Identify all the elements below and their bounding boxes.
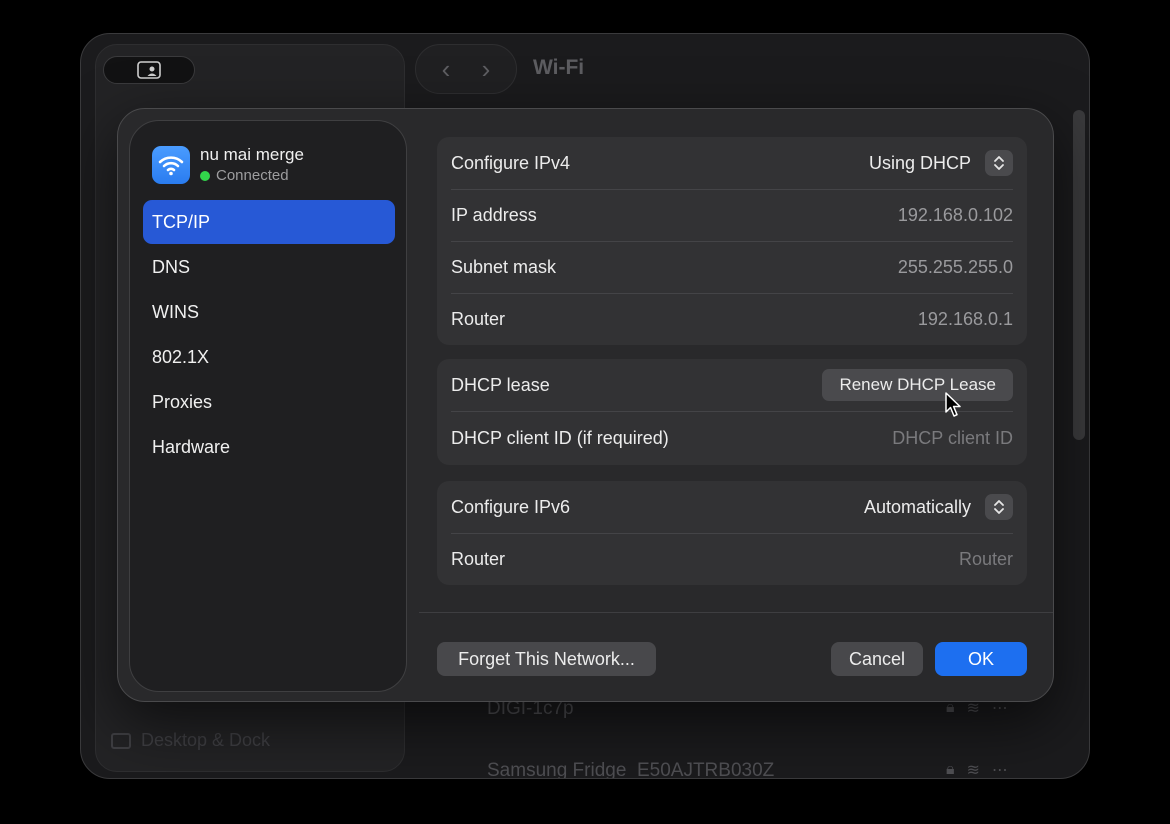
connection-status: Connected <box>200 167 304 184</box>
subnet-mask-label: Subnet mask <box>451 256 557 277</box>
more-options-icon[interactable]: ⋯ <box>992 760 1008 778</box>
desktop-dock-icon <box>111 732 131 749</box>
configure-ipv4-row: Configure IPv4 Using DHCP <box>437 137 1027 189</box>
wifi-icon <box>152 145 190 184</box>
wifi-signal-icon: ≋ <box>966 762 980 779</box>
chevron-up-down-icon <box>985 150 1013 176</box>
ip-address-label: IP address <box>451 204 537 225</box>
network-header: nu mai merge Connected <box>152 145 304 184</box>
sidebar-item-tcp-ip[interactable]: TCP/IP <box>143 200 395 244</box>
ok-button[interactable]: OK <box>935 642 1027 676</box>
dhcp-lease-row: DHCP lease Renew DHCP Lease <box>437 359 1027 411</box>
network-row-icons: 🔒︎ ≋ ⋯ <box>946 760 1008 779</box>
sidebar-toggle-icon <box>137 61 161 79</box>
ipv6-group: Configure IPv6 Automatically Router Rout… <box>437 481 1027 585</box>
router-label: Router <box>451 308 506 329</box>
mouse-cursor-icon <box>945 392 961 417</box>
renew-dhcp-lease-button[interactable]: Renew DHCP Lease <box>822 369 1013 401</box>
ip-address-row: IP address 192.168.0.102 <box>437 189 1027 241</box>
forget-network-button[interactable]: Forget This Network... <box>437 642 656 676</box>
dhcp-client-id-field[interactable]: DHCP client ID <box>892 428 1013 449</box>
ipv6-router-row: Router Router <box>437 533 1027 585</box>
sidebar-item-label: TCP/IP <box>152 211 211 232</box>
configure-ipv4-value: Using DHCP <box>868 152 971 173</box>
subnet-mask-value: 255.255.255.0 <box>897 256 1013 277</box>
router-row: Router 192.168.0.1 <box>437 293 1027 345</box>
cancel-button[interactable]: Cancel <box>831 642 923 676</box>
back-button[interactable]: ‹ <box>442 56 451 82</box>
sidebar-item-wins[interactable]: WINS <box>143 290 395 334</box>
ipv4-group: Configure IPv4 Using DHCP IP address 192… <box>437 137 1027 345</box>
sidebar-item-label: Desktop & Dock <box>141 730 271 750</box>
sidebar-item-label: WINS <box>152 301 199 322</box>
sidebar-item-label: Hardware <box>152 436 231 457</box>
dhcp-lease-label: DHCP lease <box>451 374 550 395</box>
chevron-up-down-icon <box>985 494 1013 520</box>
router-value: 192.168.0.1 <box>917 308 1013 329</box>
scrollbar[interactable] <box>1073 110 1085 440</box>
window-title: Wi-Fi <box>533 56 585 79</box>
configure-ipv6-row: Configure IPv6 Automatically <box>437 481 1027 533</box>
forward-button[interactable]: › <box>482 56 491 82</box>
footer-divider <box>419 612 1053 613</box>
details-sidebar: nu mai merge Connected TCP/IP DNS WINS 8… <box>129 120 407 692</box>
sidebar-item-8021x[interactable]: 802.1X <box>143 335 395 379</box>
dhcp-client-id-label: DHCP client ID (if required) <box>451 427 669 448</box>
sidebar-item-dns[interactable]: DNS <box>143 245 395 289</box>
dhcp-client-id-row: DHCP client ID (if required) DHCP client… <box>437 411 1027 465</box>
status-text: Connected <box>216 167 289 184</box>
configure-ipv4-label: Configure IPv4 <box>451 152 571 173</box>
sidebar-item-hardware[interactable]: Hardware <box>143 425 395 469</box>
navigation-buttons: ‹ › <box>415 44 517 94</box>
ip-address-value: 192.168.0.102 <box>897 204 1013 225</box>
dhcp-group: DHCP lease Renew DHCP Lease DHCP client … <box>437 359 1027 465</box>
status-dot-icon <box>200 170 210 181</box>
sidebar-item-label: Proxies <box>152 391 213 412</box>
sidebar-toggle-button[interactable] <box>103 56 195 84</box>
sidebar-item-label: DNS <box>152 256 191 277</box>
network-details-sheet: nu mai merge Connected TCP/IP DNS WINS 8… <box>117 108 1054 702</box>
sidebar-item-desktop-dock[interactable]: Desktop & Dock <box>111 730 270 751</box>
subnet-mask-row: Subnet mask 255.255.255.0 <box>437 241 1027 293</box>
lock-icon: 🔒︎ <box>946 761 955 778</box>
ipv6-router-field[interactable]: Router <box>959 549 1013 570</box>
network-name: nu mai merge <box>200 145 304 164</box>
configure-ipv6-select[interactable]: Automatically <box>864 494 1013 520</box>
ipv6-router-label: Router <box>451 548 506 569</box>
sidebar-item-proxies[interactable]: Proxies <box>143 380 395 424</box>
configure-ipv6-value: Automatically <box>863 496 971 517</box>
sidebar-item-label: 802.1X <box>152 346 210 367</box>
configure-ipv6-label: Configure IPv6 <box>451 496 571 517</box>
network-row-name[interactable]: Samsung Fridge_E50AJTRB030Z <box>487 760 774 778</box>
configure-ipv4-select[interactable]: Using DHCP <box>869 150 1013 176</box>
